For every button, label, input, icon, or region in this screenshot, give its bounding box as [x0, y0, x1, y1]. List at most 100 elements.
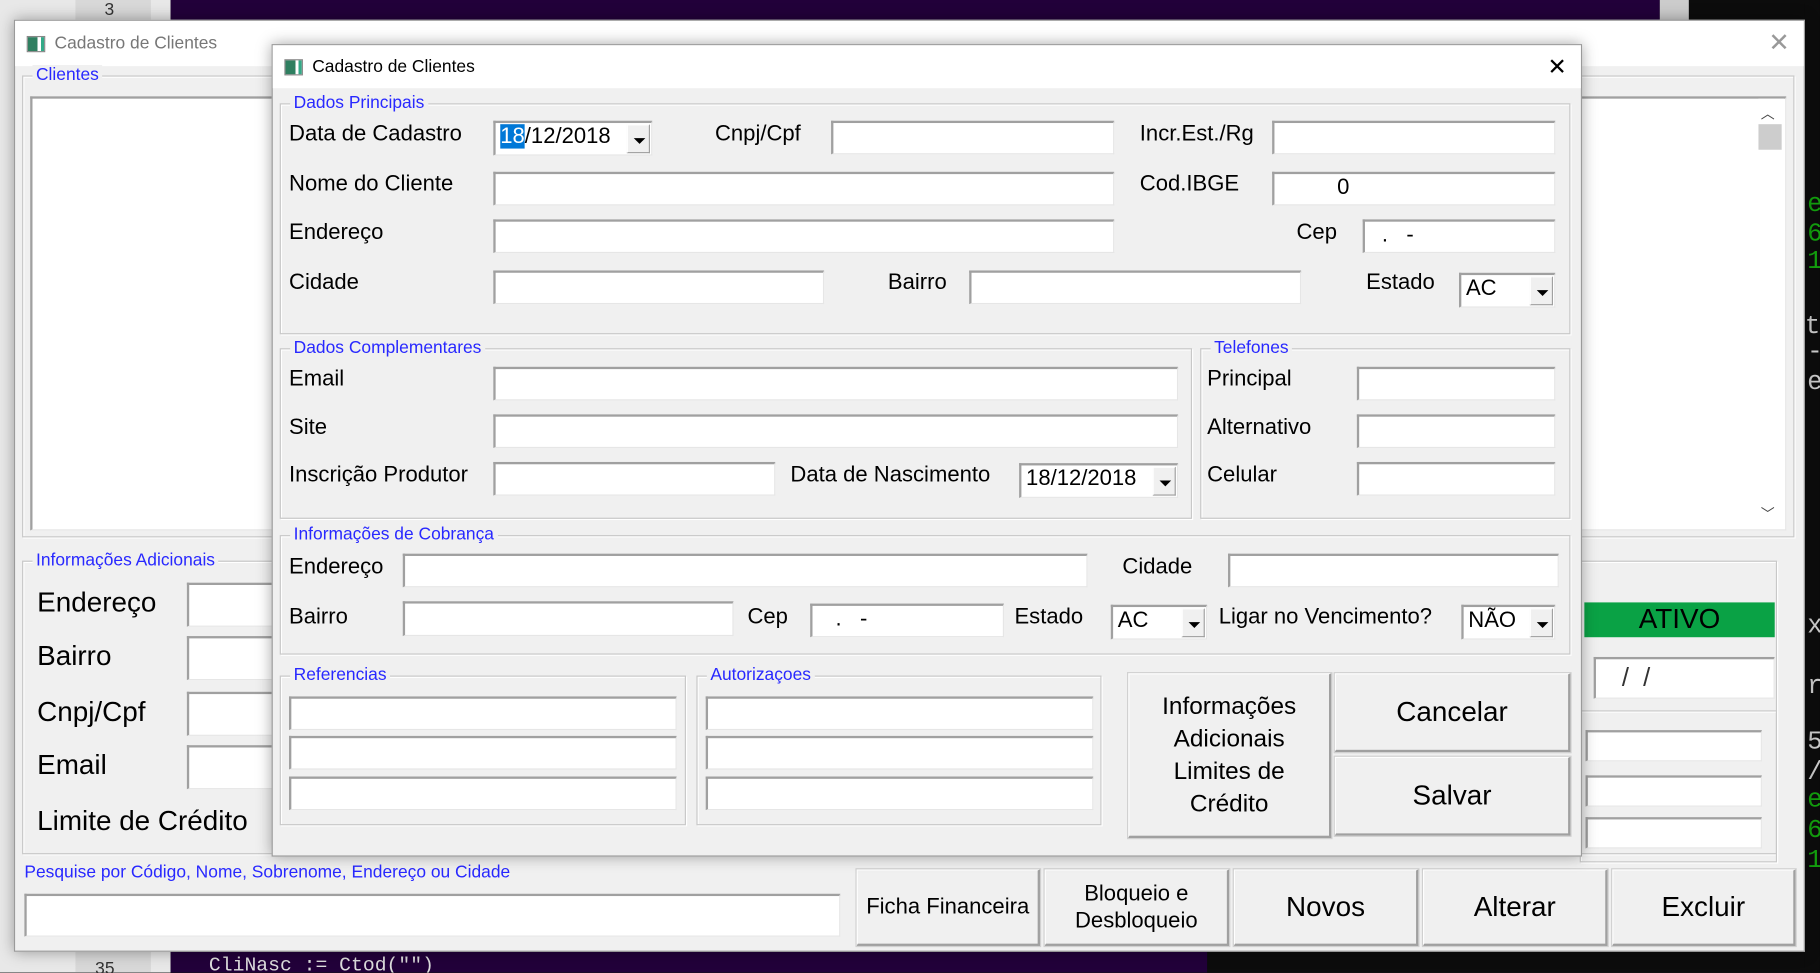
chevron-down-icon[interactable]	[1529, 608, 1554, 638]
endereco-input[interactable]	[493, 219, 1115, 254]
cnpj-label: Cnpj/Cpf	[714, 121, 801, 147]
referencia-input-2[interactable]	[289, 735, 677, 770]
app-icon	[26, 35, 46, 52]
cadastro-dialog: Cadastro de Clientes ✕ Dados Principais …	[271, 44, 1583, 857]
telefones-title: Telefones	[1210, 337, 1293, 359]
bairro-input[interactable]	[969, 270, 1302, 305]
data-cadastro-picker[interactable]: 18/12/2018	[493, 120, 653, 156]
dados-complementares-title: Dados Complementares	[290, 337, 485, 359]
cobranca-endereco-input[interactable]	[402, 553, 1088, 588]
alternativo-input[interactable]	[1356, 414, 1556, 449]
line-number: 35	[95, 958, 115, 973]
inscricao-input[interactable]	[493, 461, 776, 496]
status-date-input[interactable]: / /	[1593, 656, 1775, 699]
limit-input-3[interactable]	[1585, 817, 1762, 849]
cidade-label: Cidade	[289, 270, 359, 295]
nome-input[interactable]	[493, 171, 1115, 206]
alterar-button[interactable]: Alterar	[1421, 868, 1609, 948]
bloqueio-button[interactable]: Bloqueio e Desbloqueio	[1043, 868, 1231, 948]
autorizacao-input-1[interactable]	[705, 696, 1094, 731]
celular-input[interactable]	[1356, 461, 1556, 496]
ligar-label: Ligar no Vencimento?	[1218, 604, 1433, 630]
chevron-down-icon[interactable]	[1181, 608, 1205, 638]
dados-complementares-group: Dados Complementares Email Site Inscriçã…	[279, 337, 1193, 519]
dialog-title: Cadastro de Clientes	[312, 56, 475, 77]
cancelar-button[interactable]: Cancelar	[1333, 672, 1572, 754]
excluir-button[interactable]: Excluir	[1611, 868, 1797, 948]
incr-label: Incr.Est./Rg	[1139, 121, 1254, 147]
cobranca-endereco-label: Endereço	[289, 554, 384, 580]
autorizacoes-title: Autorizaçoes	[706, 665, 815, 686]
info-endereco-label: Endereço	[37, 587, 157, 619]
ibge-input[interactable]: 0	[1272, 171, 1556, 206]
ibge-label: Cod.IBGE	[1139, 171, 1240, 197]
cep-label: Cep	[1296, 220, 1337, 245]
autorizacoes-group: Autorizaçoes	[696, 665, 1102, 826]
dialog-title-bar: Cadastro de Clientes ✕	[272, 45, 1581, 89]
cobranca-cep-input[interactable]: . -	[810, 603, 1005, 638]
limit-input-2[interactable]	[1585, 775, 1762, 807]
endereco-label: Endereço	[289, 220, 384, 245]
cobranca-cidade-label: Cidade	[1122, 554, 1193, 580]
autorizacao-input-2[interactable]	[705, 735, 1094, 770]
ficha-financeira-button[interactable]: Ficha Financeira	[855, 868, 1042, 948]
cobranca-bairro-label: Bairro	[289, 604, 348, 630]
info-adicionais-title: Informações Adicionais	[32, 550, 219, 572]
site-input[interactable]	[493, 414, 1179, 449]
incr-input[interactable]	[1272, 120, 1556, 155]
telefones-group: Telefones Principal Alternativo Celular	[1200, 337, 1571, 519]
outer-close-icon[interactable]: ✕	[1768, 28, 1789, 58]
referencias-group: Referencias	[279, 665, 686, 826]
celular-label: Celular	[1207, 463, 1278, 488]
code-line: CliNasc := Ctod("")	[208, 955, 434, 973]
bairro-label: Bairro	[887, 270, 947, 295]
referencia-input-1[interactable]	[289, 696, 677, 731]
novos-button[interactable]: Novos	[1232, 868, 1420, 948]
search-label: Pesquise por Código, Nome, Sobrenome, En…	[24, 862, 511, 883]
principal-label: Principal	[1207, 366, 1292, 392]
estado-label: Estado	[1366, 270, 1435, 295]
calendar-dropdown-icon[interactable]	[626, 124, 650, 154]
principal-input[interactable]	[1356, 366, 1556, 401]
inscricao-label: Inscrição Produtor	[289, 463, 468, 488]
referencia-input-3[interactable]	[289, 776, 677, 811]
cep-input[interactable]: . -	[1362, 219, 1556, 254]
info-adicionais-button[interactable]: Informações Adicionais Limites de Crédit…	[1127, 672, 1333, 840]
limit-input-1[interactable]	[1585, 730, 1762, 762]
code-editor	[170, 0, 1660, 20]
info-email-label: Email	[37, 749, 107, 782]
data-cadastro-label: Data de Cadastro	[289, 121, 462, 147]
cobranca-cidade-input[interactable]	[1228, 553, 1559, 588]
status-badge: ATIVO	[1584, 602, 1775, 638]
chevron-down-icon[interactable]	[1529, 276, 1554, 306]
editor-scrollbar	[1659, 0, 1689, 20]
cobranca-title: Informações de Cobrança	[290, 524, 498, 546]
ligar-select[interactable]: NÃO	[1461, 604, 1556, 640]
nascimento-picker[interactable]: 18/12/2018	[1019, 463, 1179, 498]
scroll-down-icon[interactable]: ﹀	[1761, 504, 1775, 524]
cidade-input[interactable]	[493, 270, 825, 305]
cnpj-input[interactable]	[831, 120, 1115, 155]
referencias-title: Referencias	[290, 665, 391, 686]
cobranca-estado-select[interactable]: AC	[1110, 604, 1208, 640]
search-input[interactable]	[24, 893, 841, 937]
cobranca-bairro-input[interactable]	[402, 601, 734, 637]
cobranca-estado-label: Estado	[1014, 604, 1084, 630]
cobranca-cep-label: Cep	[747, 604, 788, 630]
list-scrollbar[interactable]: ︿ ﹀	[1758, 98, 1784, 529]
nascimento-label: Data de Nascimento	[790, 463, 991, 488]
scroll-thumb[interactable]	[1758, 124, 1782, 150]
estado-select[interactable]: AC	[1458, 272, 1556, 308]
autorizacao-input-3[interactable]	[705, 776, 1094, 811]
cobranca-group: Informações de Cobrança Endereço Cidade …	[279, 524, 1571, 655]
email-input[interactable]	[493, 366, 1179, 401]
alternativo-label: Alternativo	[1207, 415, 1312, 440]
limits-group	[1579, 710, 1778, 863]
site-label: Site	[289, 415, 328, 440]
app-icon	[284, 58, 303, 75]
calendar-dropdown-icon[interactable]	[1152, 466, 1176, 496]
terminal: e 6 1 t - e x r 5 / e 6 1	[1804, 0, 1820, 973]
scroll-up-icon[interactable]: ︿	[1761, 103, 1775, 123]
salvar-button[interactable]: Salvar	[1333, 755, 1572, 837]
dialog-close-icon[interactable]: ✕	[1547, 52, 1566, 81]
